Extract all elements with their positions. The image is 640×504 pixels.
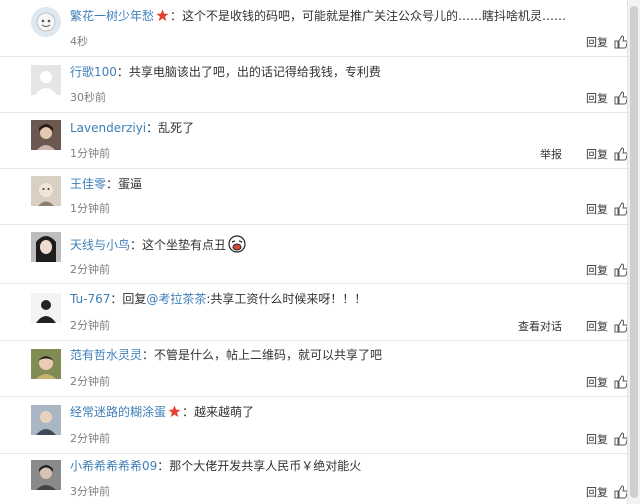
comment-item: 繁花一树少年愁 ：这个不是收钱的码吧，可能就是推广关注公众号儿的……瞎抖啥机灵……… — [0, 0, 628, 57]
comment-item: 范有哲水灵灵：不管是什么，帖上二维码，就可以共享了吧 2分钟前 回复 — [0, 341, 628, 397]
thumbs-up-icon[interactable] — [614, 319, 628, 333]
thumbs-up-icon[interactable] — [614, 35, 628, 49]
thumbs-up-icon[interactable] — [614, 432, 628, 446]
avatar[interactable] — [31, 176, 61, 206]
laughing-face-emoji — [228, 235, 246, 253]
username[interactable]: 范有哲水灵灵 — [70, 348, 142, 362]
view-conversation-button[interactable]: 查看对话 — [518, 320, 562, 333]
comment-text: :共享工资什么时候来呀！！！ — [206, 292, 367, 306]
scrollbar-thumb[interactable] — [630, 6, 638, 498]
comment-time: 1分钟前 — [70, 147, 110, 160]
comment-text: ：越来越萌了 — [182, 405, 255, 419]
thumbs-up-icon[interactable] — [614, 263, 628, 277]
comment-item: 王佳零：蛋逼 1分钟前 回复 — [0, 169, 628, 225]
avatar[interactable] — [31, 349, 61, 379]
reply-button[interactable]: 回复 — [586, 376, 608, 389]
comment-list: 繁花一树少年愁 ：这个不是收钱的码吧，可能就是推广关注公众号儿的……瞎抖啥机灵……… — [0, 0, 628, 504]
star-icon — [156, 9, 169, 22]
username[interactable]: 天线与小鸟 — [70, 238, 130, 252]
username[interactable]: 行歌100 — [70, 65, 117, 79]
comment-item: 天线与小鸟：这个坐垫有点丑 2分钟前 回复 — [0, 225, 628, 284]
thumbs-up-icon[interactable] — [614, 147, 628, 161]
thumbs-up-icon[interactable] — [614, 375, 628, 389]
reply-button[interactable]: 回复 — [586, 486, 608, 499]
avatar[interactable] — [31, 460, 61, 490]
comment-time: 2分钟前 — [70, 432, 110, 445]
comment-text: ：那个大佬开发共享人民币￥绝对能火 — [157, 459, 362, 473]
comment-time: 2分钟前 — [70, 375, 110, 388]
star-icon — [168, 405, 181, 418]
comment-item: 经常迷路的糊涂蛋 ：越来越萌了 2分钟前 回复 — [0, 397, 628, 454]
scrollbar[interactable] — [627, 0, 640, 504]
reply-button[interactable]: 回复 — [586, 92, 608, 105]
comment-text: ：共享电脑该出了吧，出的话记得给我钱，专利费 — [116, 65, 381, 79]
comment-item: Lavenderziyi：乱死了 1分钟前 举报 回复 — [0, 113, 628, 169]
comment-text: ：不管是什么，帖上二维码，就可以共享了吧 — [142, 348, 383, 362]
comment-text: ：乱死了 — [146, 121, 195, 135]
comment-item: Tu-767：回复@考拉茶茶:共享工资什么时候来呀！！！ 2分钟前 查看对话 回复 — [0, 284, 628, 341]
reply-button[interactable]: 回复 — [586, 148, 608, 161]
comment-text: ：这个不是收钱的码吧，可能就是推广关注公众号儿的……瞎抖啥机灵…… — [170, 9, 567, 23]
comment-text-prefix: ：回复 — [110, 292, 147, 306]
avatar[interactable] — [31, 120, 61, 150]
thumbs-up-icon[interactable] — [614, 202, 628, 216]
comment-time: 4秒 — [70, 35, 88, 48]
thumbs-up-icon[interactable] — [614, 91, 628, 105]
reply-button[interactable]: 回复 — [586, 320, 608, 333]
comment-time: 2分钟前 — [70, 263, 110, 276]
avatar[interactable] — [31, 65, 61, 95]
username[interactable]: Lavenderziyi — [70, 121, 146, 135]
comment-time: 2分钟前 — [70, 319, 110, 332]
comment-text: ：蛋逼 — [106, 177, 143, 191]
avatar[interactable] — [31, 293, 61, 323]
comment-item: 小希希希希希09：那个大佬开发共享人民币￥绝对能火 3分钟前 回复 — [0, 454, 628, 504]
username[interactable]: Tu-767 — [70, 292, 110, 306]
reply-button[interactable]: 回复 — [586, 264, 608, 277]
comment-time: 1分钟前 — [70, 202, 110, 215]
username[interactable]: 繁花一树少年愁 — [70, 9, 154, 23]
avatar[interactable] — [31, 232, 61, 262]
comment-time: 3分钟前 — [70, 485, 110, 498]
report-button[interactable]: 举报 — [540, 148, 562, 161]
mention-link[interactable]: @考拉茶茶 — [146, 292, 206, 306]
comment-time: 30秒前 — [70, 91, 106, 104]
avatar[interactable] — [31, 7, 61, 37]
thumbs-up-icon[interactable] — [614, 485, 628, 499]
reply-button[interactable]: 回复 — [586, 36, 608, 49]
username[interactable]: 王佳零 — [70, 177, 106, 191]
username[interactable]: 小希希希希希09 — [70, 459, 157, 473]
avatar[interactable] — [31, 405, 61, 435]
comment-text: ：这个坐垫有点丑 — [130, 238, 227, 252]
reply-button[interactable]: 回复 — [586, 433, 608, 446]
reply-button[interactable]: 回复 — [586, 203, 608, 216]
username[interactable]: 经常迷路的糊涂蛋 — [70, 405, 166, 419]
comment-item: 行歌100：共享电脑该出了吧，出的话记得给我钱，专利费 30秒前 回复 — [0, 57, 628, 113]
